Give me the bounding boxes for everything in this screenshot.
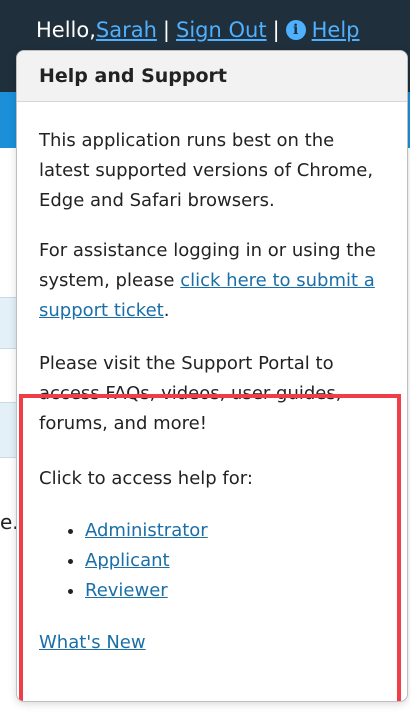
administrator-help-link[interactable]: Administrator: [85, 520, 208, 541]
user-name-link[interactable]: Sarah: [96, 18, 157, 42]
info-icon[interactable]: i: [285, 20, 306, 40]
background-row: [0, 297, 16, 349]
whats-new-link[interactable]: What's New: [39, 632, 146, 653]
portal-text: Please visit the Support Portal to acces…: [39, 353, 342, 434]
list-item: Applicant: [85, 546, 208, 576]
sign-out-link[interactable]: Sign Out: [176, 18, 267, 42]
user-links: Hello, Sarah | Sign Out | i Help: [36, 18, 360, 42]
greeting-text: Hello,: [36, 18, 96, 42]
help-links-list: Administrator Applicant Reviewer: [39, 516, 208, 606]
background-row: [0, 402, 16, 458]
list-item: Reviewer: [85, 576, 208, 606]
separator: |: [162, 18, 170, 42]
page: e. Hello, Sarah | Sign Out | i Help Help…: [0, 0, 410, 717]
help-support-popover: Help and Support This application runs b…: [16, 50, 408, 702]
access-prompt: Click to access help for:: [39, 468, 253, 489]
separator: |: [272, 18, 280, 42]
applicant-help-link[interactable]: Applicant: [85, 550, 170, 571]
whats-new-paragraph: What's New: [39, 628, 379, 658]
help-link[interactable]: Help: [312, 18, 360, 42]
popover-title: Help and Support: [17, 51, 407, 102]
assistance-text: For assistance logging in or using the s…: [39, 236, 379, 326]
reviewer-help-link[interactable]: Reviewer: [85, 580, 168, 601]
browser-note: This application runs best on the latest…: [39, 130, 374, 211]
list-item: Administrator: [85, 516, 208, 546]
assistance-suffix: .: [163, 300, 170, 321]
